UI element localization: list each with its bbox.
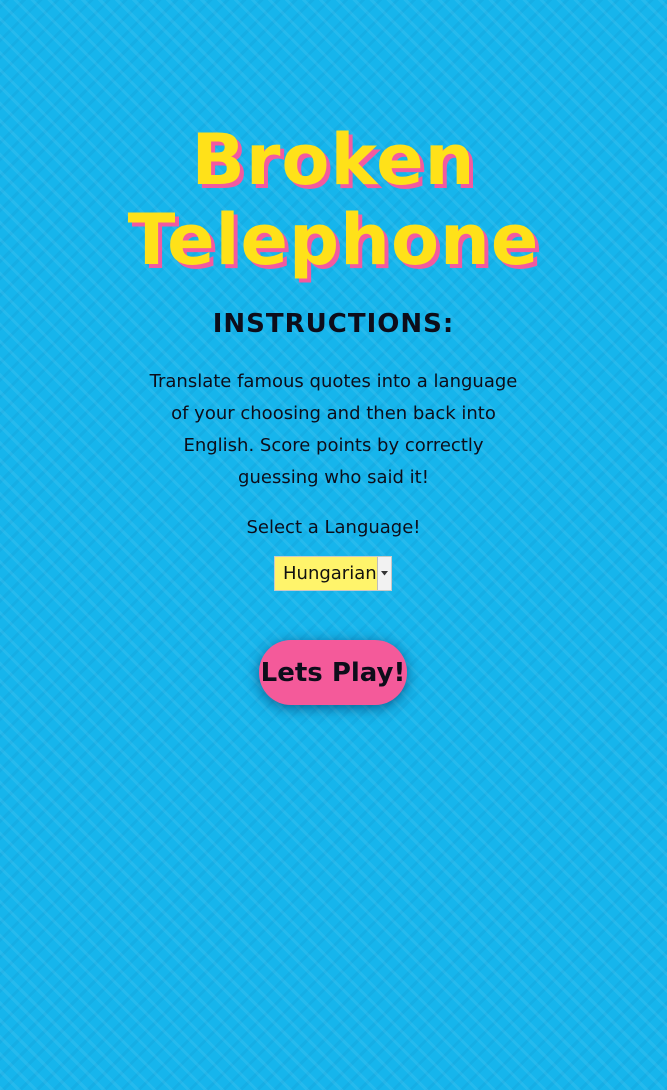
- landing-page: Broken Telephone INSTRUCTIONS: Translate…: [0, 0, 667, 1090]
- language-select[interactable]: Hungarian: [274, 556, 392, 591]
- language-select-value: Hungarian: [283, 563, 377, 584]
- language-select-label: Select a Language!: [246, 517, 421, 538]
- lets-play-button[interactable]: Lets Play!: [259, 640, 407, 705]
- app-title-line-2: Telephone: [127, 199, 540, 281]
- instructions-text: Translate famous quotes into a language …: [149, 371, 518, 488]
- app-title-line-1: Broken: [191, 119, 476, 201]
- chevron-down-icon[interactable]: [377, 557, 391, 590]
- app-title: Broken Telephone: [0, 120, 667, 280]
- instructions-heading: INSTRUCTIONS:: [212, 309, 455, 339]
